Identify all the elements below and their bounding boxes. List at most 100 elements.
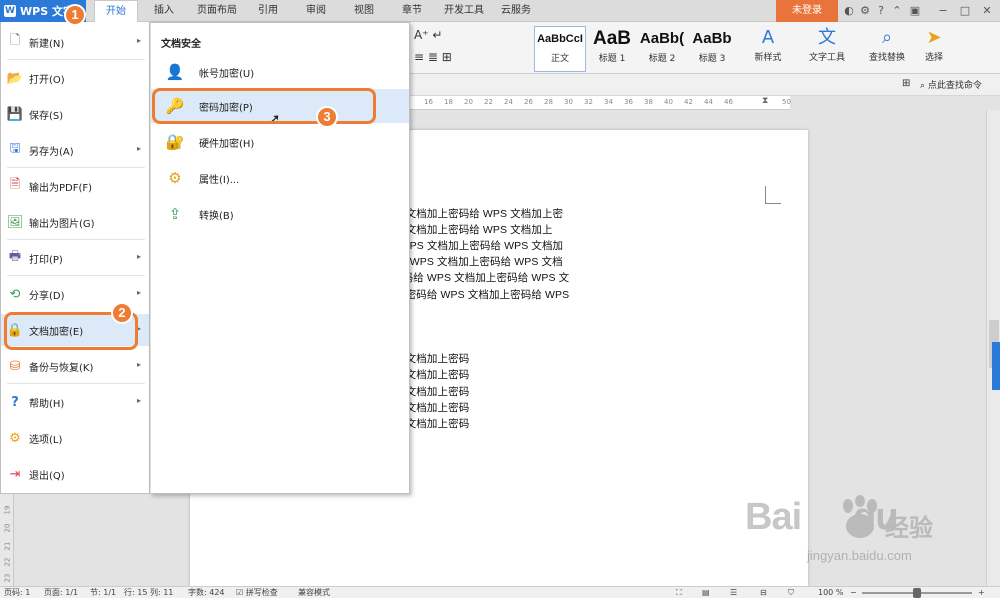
help-icon[interactable]: ? bbox=[874, 4, 888, 18]
menu-separator bbox=[7, 59, 145, 60]
tab-review[interactable]: 审阅 bbox=[300, 0, 332, 22]
submenu-convert[interactable]: ⇪ 转换(B) bbox=[151, 197, 409, 231]
submenu-properties[interactable]: ⚙ 属性(I)... bbox=[151, 161, 409, 195]
chevron-right-icon: ▸ bbox=[136, 36, 141, 45]
find-replace-button[interactable]: ⌕ 查找替换 bbox=[862, 26, 912, 63]
zoom-level[interactable]: 100 % bbox=[818, 587, 843, 598]
status-bar: 页码: 1 页面: 1/1 节: 1/1 行: 15 列: 11 字数: 424… bbox=[0, 586, 1000, 598]
cursor-select-icon: ➤ bbox=[926, 27, 942, 48]
indent-marker-icon[interactable]: ⧗ bbox=[762, 96, 768, 106]
command-search[interactable]: ⌕ 点此查找命令 bbox=[920, 78, 982, 91]
zoom-slider-knob[interactable] bbox=[913, 588, 921, 598]
page-view-icon[interactable]: ▤ bbox=[702, 587, 710, 598]
login-button[interactable]: 未登录 bbox=[776, 0, 838, 22]
hardware-encrypt-icon: 🔐 bbox=[165, 133, 185, 151]
callout-badge-2: 2 bbox=[111, 302, 133, 324]
share-icon: ⟲ bbox=[9, 286, 21, 302]
print-icon: 🖶 bbox=[8, 249, 22, 264]
image-export-icon: 🖼 bbox=[6, 214, 24, 230]
format-tools-icon[interactable]: A⁺ ↵ bbox=[414, 28, 442, 42]
find-replace-icon: ⌕ bbox=[881, 27, 893, 48]
style-heading-2[interactable]: AaBb( 标题 2 bbox=[636, 26, 688, 72]
convert-icon: ⇪ bbox=[168, 205, 182, 223]
tab-view[interactable]: 视图 bbox=[348, 0, 380, 22]
new-style-button[interactable]: A 新样式 bbox=[746, 26, 790, 63]
tab-insert[interactable]: 插入 bbox=[148, 0, 180, 22]
status-pages: 页面: 1/1 bbox=[44, 588, 79, 597]
tab-cloud[interactable]: 云服务 bbox=[496, 0, 536, 22]
text-tools-icon: 文 bbox=[818, 27, 836, 48]
account-encrypt-icon: 👤 bbox=[165, 63, 185, 81]
chevron-right-icon: ▸ bbox=[136, 396, 141, 405]
backup-icon: ⛁ bbox=[9, 358, 21, 374]
wps-writer-window: W WPS 文字 开始 插入 页面布局 引用 审阅 视图 章节 开发工具 云服务… bbox=[0, 0, 1000, 598]
menu-export-image[interactable]: 🖼 输出为图片(G) bbox=[1, 206, 149, 238]
chevron-right-icon: ▸ bbox=[136, 144, 141, 153]
tab-references[interactable]: 引用 bbox=[252, 0, 284, 22]
align-icon[interactable]: ≡ ≣ ⊞ bbox=[414, 50, 452, 64]
baidu-jingyan-watermark: Bai du 经验 jingyan.baidu.com bbox=[745, 495, 933, 563]
save-as-icon: 🖫 bbox=[9, 141, 21, 156]
menu-open[interactable]: 📂 打开(O) bbox=[1, 62, 149, 94]
menu-save[interactable]: 💾 保存(S) bbox=[1, 98, 149, 130]
maximize-icon[interactable]: □ bbox=[958, 4, 972, 18]
style-normal[interactable]: AaBbCcI 正文 bbox=[534, 26, 586, 72]
menu-export-pdf[interactable]: 🗎 输出为PDF(F) bbox=[1, 170, 149, 202]
settings-icon[interactable]: ⚙ bbox=[858, 4, 872, 18]
title-bar: W WPS 文字 开始 插入 页面布局 引用 审阅 视图 章节 开发工具 云服务… bbox=[0, 0, 1000, 22]
side-panel-toggle[interactable] bbox=[992, 342, 1000, 390]
select-button[interactable]: ➤ 选择 bbox=[916, 26, 952, 63]
new-style-icon: A bbox=[761, 27, 775, 48]
menu-options[interactable]: ⚙ 选项(L) bbox=[1, 422, 149, 454]
menu-separator bbox=[7, 275, 145, 276]
save-icon: 💾 bbox=[6, 106, 24, 122]
tab-chapter[interactable]: 章节 bbox=[396, 0, 428, 22]
outline-view-icon[interactable]: ☰ bbox=[730, 587, 737, 598]
exit-icon: ⇥ bbox=[9, 466, 21, 482]
menu-help[interactable]: ? 帮助(H) ▸ bbox=[1, 386, 149, 418]
new-icon: 🗋 bbox=[9, 33, 21, 48]
menu-separator bbox=[7, 239, 145, 240]
margin-corner-mark bbox=[765, 186, 781, 204]
tab-page-layout[interactable]: 页面布局 bbox=[190, 0, 244, 22]
menu-separator bbox=[7, 167, 145, 168]
zoom-in-icon[interactable]: + bbox=[978, 587, 985, 598]
wps-logo-icon: W bbox=[4, 5, 16, 17]
menu-print[interactable]: 🖶 打印(P) ▸ bbox=[1, 242, 149, 274]
submenu-account-encrypt[interactable]: 👤 帐号加密(U) bbox=[151, 55, 409, 89]
callout-highlight-3 bbox=[152, 88, 376, 124]
menu-exit[interactable]: ⇥ 退出(Q) bbox=[1, 458, 149, 490]
close-icon[interactable]: ✕ bbox=[980, 4, 994, 18]
status-section: 节: 1/1 bbox=[90, 588, 117, 597]
chevron-right-icon: ▸ bbox=[136, 360, 141, 369]
skin-icon[interactable]: ◐ bbox=[842, 4, 856, 18]
menu-backup-restore[interactable]: ⛁ 备份与恢复(K) ▸ bbox=[1, 350, 149, 382]
zoom-out-icon[interactable]: − bbox=[850, 587, 857, 598]
chevron-right-icon: ▸ bbox=[136, 252, 141, 261]
options-icon: ⚙ bbox=[9, 430, 21, 446]
tab-home[interactable]: 开始 bbox=[94, 0, 138, 22]
menu-save-as[interactable]: 🖫 另存为(A) ▸ bbox=[1, 134, 149, 166]
status-word-count[interactable]: 字数: 424 bbox=[188, 587, 225, 598]
status-spell-check[interactable]: ☑ 拼写检查 bbox=[236, 587, 278, 598]
pdf-icon: 🗎 bbox=[9, 177, 21, 192]
submenu-hardware-encrypt[interactable]: 🔐 硬件加密(H) bbox=[151, 125, 409, 159]
tab-developer[interactable]: 开发工具 bbox=[440, 0, 488, 22]
pin-icon[interactable]: ⊞ bbox=[902, 78, 910, 89]
protect-icon[interactable]: ⛉ bbox=[788, 587, 794, 598]
style-heading-1[interactable]: AaB 标题 1 bbox=[586, 26, 638, 72]
menu-new[interactable]: 🗋 新建(N) ▸ bbox=[1, 26, 149, 58]
restore-window-icon[interactable]: ▣ bbox=[908, 4, 922, 18]
text-tools-button[interactable]: 文 文字工具 bbox=[800, 26, 854, 63]
help-icon: ? bbox=[11, 394, 19, 410]
style-heading-3[interactable]: AaBb 标题 3 bbox=[686, 26, 738, 72]
horizontal-ruler[interactable]: 16 18 20 22 24 26 28 30 32 34 36 38 40 4… bbox=[410, 96, 791, 110]
wps-file-menu: 🗋 新建(N) ▸ 📂 打开(O) 💾 保存(S) 🖫 另存为(A) ▸ 🗎 输出为PDF(F… bbox=[0, 22, 150, 494]
callout-badge-3: 3 bbox=[316, 106, 338, 128]
web-view-icon[interactable]: ⊟ bbox=[760, 587, 767, 598]
properties-icon: ⚙ bbox=[168, 169, 182, 187]
callout-badge-1: 1 bbox=[64, 4, 86, 26]
minimize-icon[interactable]: − bbox=[936, 4, 950, 18]
fullscreen-icon[interactable]: ⛶ bbox=[676, 587, 682, 598]
collapse-icon[interactable]: ⌃ bbox=[890, 4, 904, 18]
